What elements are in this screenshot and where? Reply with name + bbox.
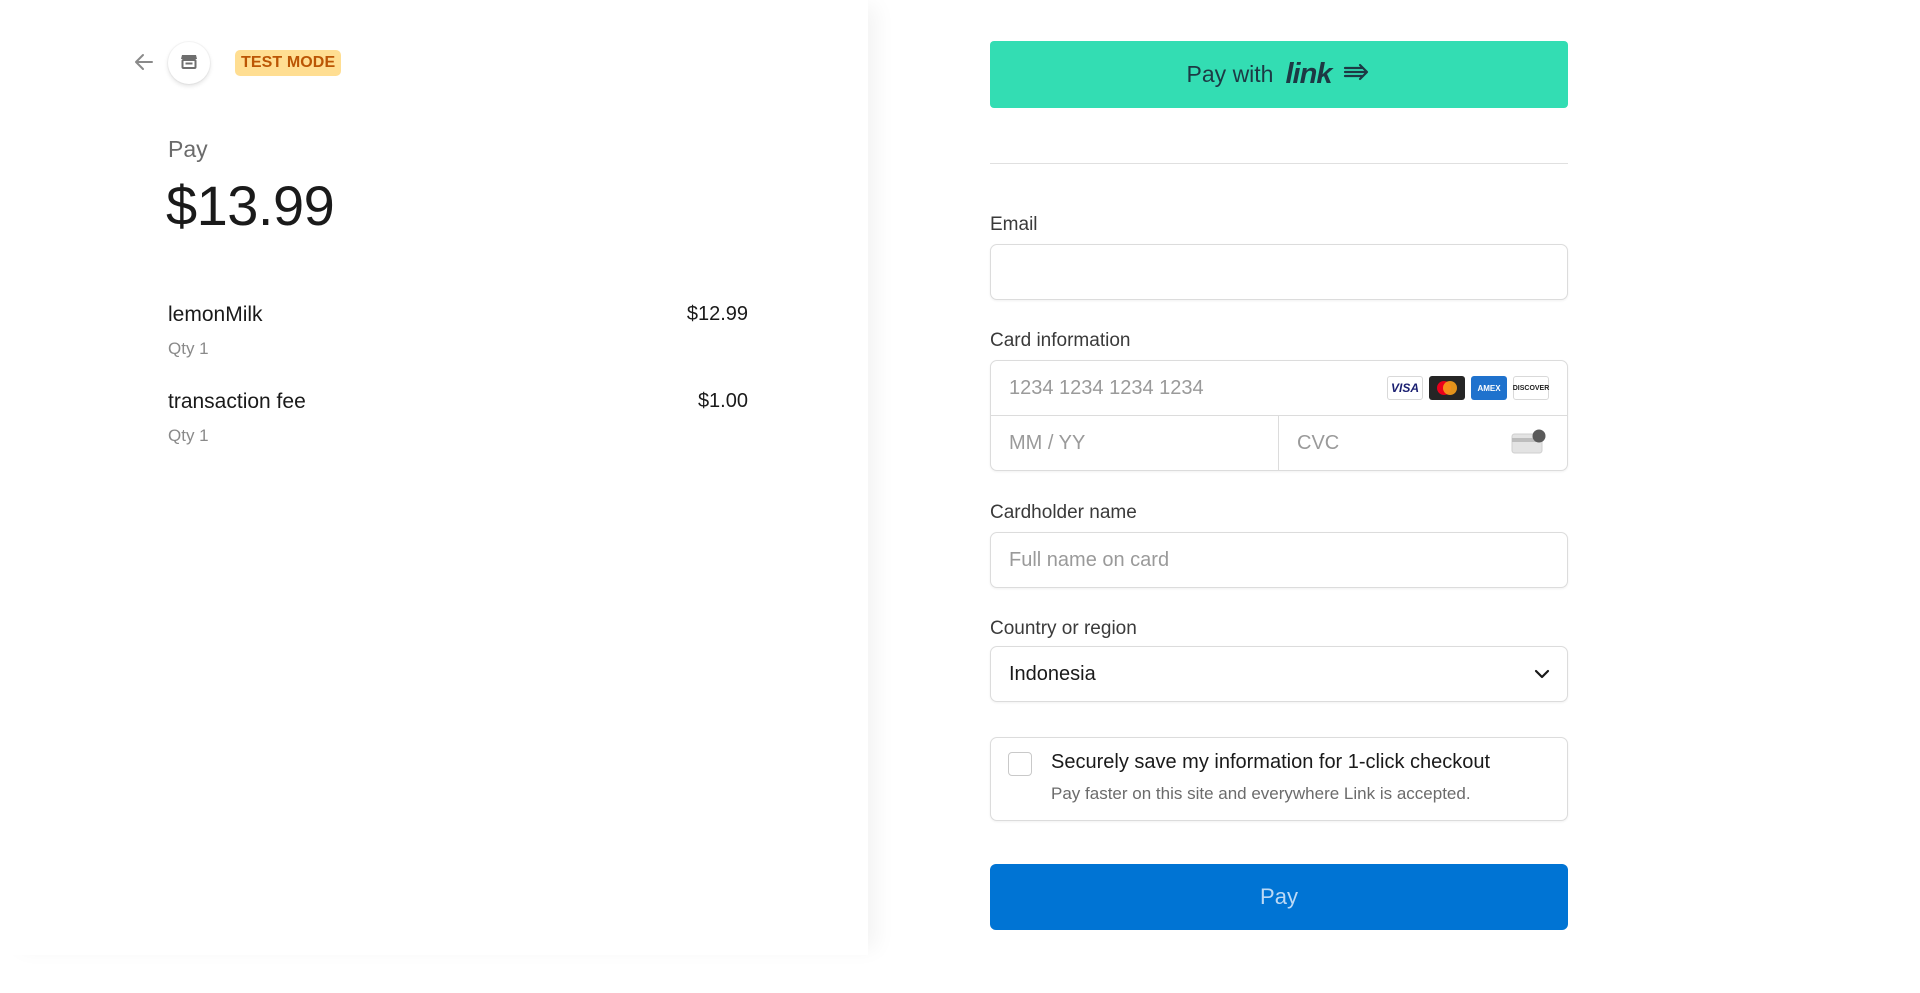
save-info-subtitle: Pay faster on this site and everywhere L… xyxy=(1051,784,1471,803)
mastercard-icon xyxy=(1429,376,1465,400)
pay-with-link-button[interactable]: Pay with link xyxy=(990,41,1568,108)
discover-icon: DISCOVER xyxy=(1513,376,1549,400)
line-item-qty: Qty 1 xyxy=(168,426,209,445)
country-select[interactable]: Indonesia xyxy=(990,646,1568,702)
amex-icon: AMEX xyxy=(1471,376,1507,400)
pay-button[interactable]: Pay xyxy=(990,864,1568,930)
card-number-row: VISA AMEX DISCOVER xyxy=(991,361,1567,416)
store-icon xyxy=(179,51,199,76)
store-button[interactable] xyxy=(168,42,210,84)
country-label: Country or region xyxy=(990,618,1137,639)
card-number-input[interactable] xyxy=(991,361,1371,415)
line-item-qty: Qty 1 xyxy=(168,339,209,358)
visa-icon: VISA xyxy=(1387,376,1423,400)
link-logo: link xyxy=(1285,58,1332,90)
chevron-down-icon xyxy=(1533,665,1551,688)
line-item-name: transaction fee xyxy=(168,390,306,413)
save-info-box: Securely save my information for 1-click… xyxy=(990,737,1568,821)
cardholder-name-label: Cardholder name xyxy=(990,502,1137,523)
save-info-checkbox[interactable] xyxy=(1008,752,1032,776)
card-brand-logos: VISA AMEX DISCOVER xyxy=(1387,376,1549,400)
line-item: transaction fee Qty 1 $1.00 xyxy=(168,390,748,450)
line-item-name: lemonMilk xyxy=(168,303,263,326)
email-label: Email xyxy=(990,214,1038,235)
save-info-title: Securely save my information for 1-click… xyxy=(1051,751,1491,773)
expiry-input[interactable] xyxy=(991,416,1278,470)
link-button-prefix: Pay with xyxy=(1186,61,1274,87)
pay-label: Pay xyxy=(168,136,208,162)
payment-panel: Pay with link Email Card information VIS… xyxy=(868,0,1920,993)
divider xyxy=(990,163,1568,164)
link-arrow-icon xyxy=(1343,61,1371,88)
total-amount: $13.99 xyxy=(166,174,335,237)
order-summary-panel: TEST MODE Pay $13.99 lemonMilk Qty 1 $12… xyxy=(0,0,868,955)
card-information-group: VISA AMEX DISCOVER xyxy=(990,360,1568,471)
cvc-input[interactable] xyxy=(1279,416,1499,470)
test-mode-badge: TEST MODE xyxy=(235,50,342,76)
email-field[interactable] xyxy=(990,244,1568,300)
line-item-price: $1.00 xyxy=(697,390,748,412)
cvc-card-icon xyxy=(1511,429,1547,460)
cardholder-name-field[interactable] xyxy=(990,532,1568,588)
line-item: lemonMilk Qty 1 $12.99 xyxy=(168,303,748,363)
line-item-price: $12.99 xyxy=(686,303,748,325)
back-arrow-icon[interactable] xyxy=(132,50,156,74)
country-value: Indonesia xyxy=(1009,663,1096,685)
card-information-label: Card information xyxy=(990,330,1131,351)
